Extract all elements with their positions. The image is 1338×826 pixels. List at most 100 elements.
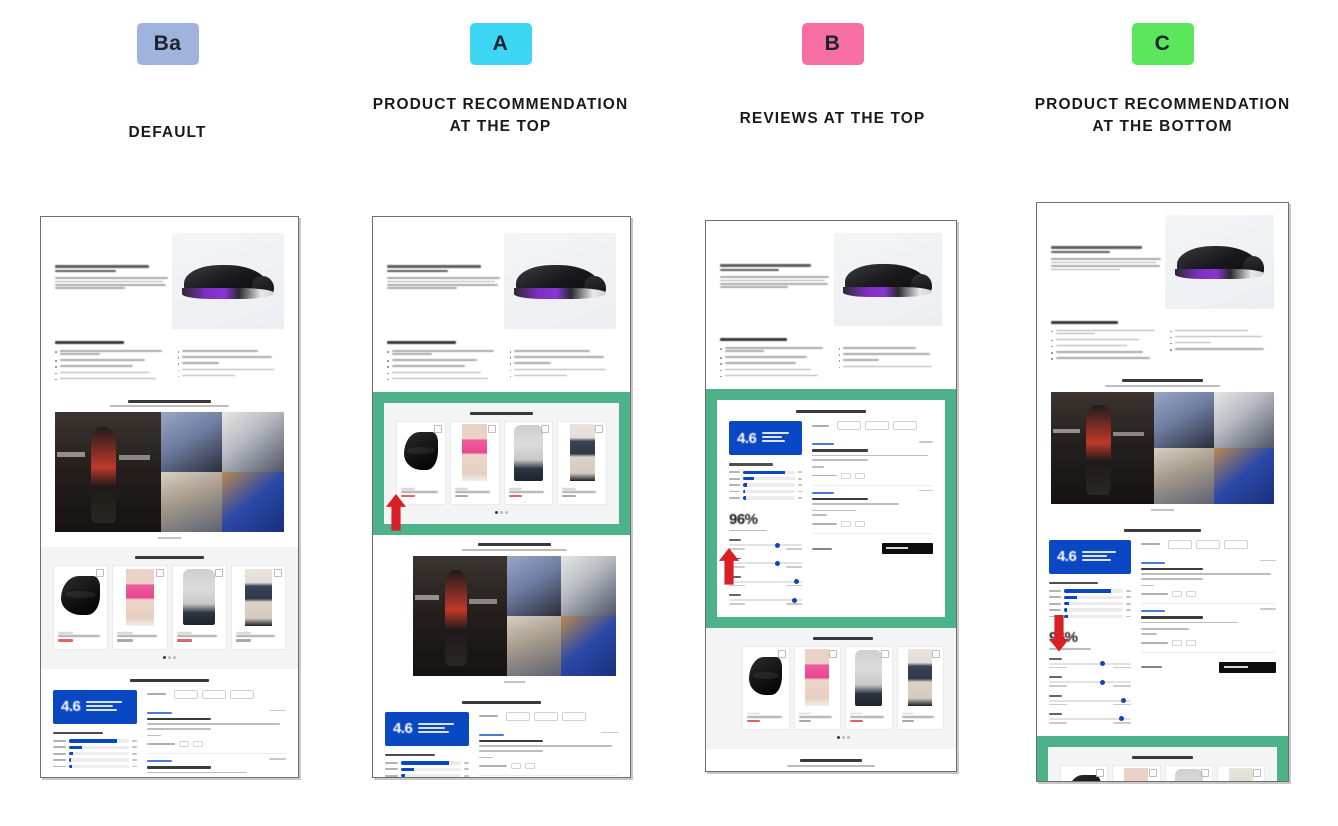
reviews-filters[interactable] bbox=[1140, 539, 1276, 549]
product-image-panel[interactable] bbox=[172, 233, 284, 330]
rating-bar[interactable] bbox=[385, 773, 469, 777]
product-image-panel[interactable] bbox=[504, 233, 616, 330]
rating-bar[interactable] bbox=[1049, 602, 1131, 606]
fit-slider[interactable] bbox=[1049, 658, 1131, 669]
filter-chip[interactable] bbox=[837, 421, 862, 431]
rating-bar[interactable] bbox=[729, 483, 803, 487]
mockup-frame-c[interactable]: 4.6 96% bbox=[1036, 202, 1289, 782]
ugc-tile[interactable] bbox=[222, 472, 284, 533]
ugc-tile[interactable] bbox=[1051, 391, 1155, 504]
product-card[interactable] bbox=[793, 645, 841, 731]
heart-icon[interactable] bbox=[1200, 768, 1209, 777]
product-card[interactable] bbox=[112, 565, 168, 650]
ugc-tile[interactable] bbox=[55, 412, 161, 533]
carousel-dots[interactable] bbox=[53, 655, 286, 659]
ugc-tile[interactable] bbox=[160, 412, 223, 473]
rating-bar[interactable] bbox=[385, 761, 469, 765]
rating-bar[interactable] bbox=[53, 764, 137, 769]
rating-bar[interactable] bbox=[729, 470, 803, 474]
variant-badge[interactable]: Ba bbox=[136, 23, 199, 65]
ugc-tile[interactable] bbox=[1154, 391, 1215, 448]
filter-chip[interactable] bbox=[534, 711, 559, 721]
heart-icon[interactable] bbox=[487, 424, 496, 433]
product-card[interactable] bbox=[230, 565, 286, 650]
mockup-frame-a[interactable]: 4.6 96% bbox=[372, 216, 631, 778]
filter-chip[interactable] bbox=[174, 689, 199, 699]
rating-bar[interactable] bbox=[53, 751, 137, 756]
rating-bar[interactable] bbox=[53, 758, 137, 762]
product-card[interactable] bbox=[557, 420, 607, 506]
rating-bar[interactable] bbox=[1049, 608, 1131, 612]
filter-chip[interactable] bbox=[562, 711, 587, 721]
reviews-filters[interactable] bbox=[478, 711, 618, 721]
ugc-tile[interactable] bbox=[160, 472, 223, 533]
filter-chip[interactable] bbox=[1167, 539, 1192, 549]
product-card[interactable] bbox=[396, 420, 446, 506]
heart-icon[interactable] bbox=[880, 649, 889, 658]
load-more-link[interactable] bbox=[812, 547, 832, 550]
heart-icon[interactable] bbox=[541, 424, 550, 433]
width-slider[interactable] bbox=[1049, 694, 1131, 706]
size-slider[interactable] bbox=[729, 557, 803, 569]
reviews-filters[interactable] bbox=[146, 689, 286, 699]
ugc-photo-grid[interactable] bbox=[413, 555, 616, 676]
write-a-review-button[interactable] bbox=[1219, 661, 1276, 673]
ugc-tile[interactable] bbox=[506, 555, 562, 616]
product-card[interactable] bbox=[896, 645, 944, 731]
heart-icon[interactable] bbox=[777, 649, 786, 658]
ugc-tile[interactable] bbox=[506, 615, 562, 676]
comfort-slider[interactable] bbox=[1049, 713, 1131, 724]
filter-chip[interactable] bbox=[893, 421, 918, 431]
ugc-tile[interactable] bbox=[561, 615, 616, 676]
rating-bar[interactable] bbox=[385, 767, 469, 771]
width-slider[interactable] bbox=[729, 576, 803, 587]
comfort-slider[interactable] bbox=[729, 594, 803, 605]
filter-chip[interactable] bbox=[202, 689, 227, 699]
ugc-tile[interactable] bbox=[1154, 447, 1215, 504]
product-image-panel[interactable] bbox=[1165, 215, 1274, 309]
product-card[interactable] bbox=[1216, 764, 1265, 781]
heart-icon[interactable] bbox=[96, 569, 105, 578]
heart-icon[interactable] bbox=[1148, 768, 1157, 777]
variant-badge[interactable]: C bbox=[1131, 23, 1194, 65]
heart-icon[interactable] bbox=[1253, 768, 1261, 777]
rating-bar[interactable] bbox=[1049, 595, 1131, 600]
product-card[interactable] bbox=[171, 565, 227, 650]
reviews-filters[interactable] bbox=[812, 421, 933, 431]
ugc-tile[interactable] bbox=[1214, 447, 1275, 504]
heart-icon[interactable] bbox=[155, 569, 164, 578]
ugc-tile[interactable] bbox=[413, 555, 507, 676]
product-card[interactable] bbox=[1060, 764, 1109, 781]
rating-bar[interactable] bbox=[729, 496, 803, 500]
heart-icon[interactable] bbox=[274, 569, 282, 578]
product-card[interactable] bbox=[53, 565, 109, 650]
product-card[interactable] bbox=[1112, 764, 1161, 781]
filter-chip[interactable] bbox=[506, 711, 531, 721]
filter-chip[interactable] bbox=[1195, 539, 1220, 549]
ugc-tile[interactable] bbox=[222, 412, 284, 473]
product-card[interactable] bbox=[449, 420, 500, 506]
size-slider[interactable] bbox=[1049, 676, 1131, 687]
load-more-link[interactable] bbox=[1140, 666, 1163, 669]
filter-chip[interactable] bbox=[1223, 539, 1248, 549]
variant-badge[interactable]: A bbox=[469, 23, 532, 65]
carousel-dots[interactable] bbox=[742, 736, 944, 740]
mockup-frame-baseline[interactable]: 4.6 96% bbox=[40, 216, 299, 778]
rating-bar[interactable] bbox=[729, 489, 803, 494]
heart-icon[interactable] bbox=[214, 569, 223, 578]
ugc-photo-grid[interactable] bbox=[55, 412, 284, 533]
rating-bar[interactable] bbox=[1049, 589, 1131, 593]
filter-chip[interactable] bbox=[865, 421, 890, 431]
ugc-tile[interactable] bbox=[561, 555, 616, 616]
rating-bar[interactable] bbox=[729, 476, 803, 481]
product-image-panel[interactable] bbox=[833, 233, 942, 327]
fit-slider[interactable] bbox=[729, 539, 803, 550]
product-card[interactable] bbox=[742, 645, 790, 731]
rating-bar[interactable] bbox=[53, 739, 137, 743]
heart-icon[interactable] bbox=[595, 424, 603, 433]
carousel-dots[interactable] bbox=[396, 511, 607, 515]
filter-chip[interactable] bbox=[230, 689, 255, 699]
heart-icon[interactable] bbox=[932, 649, 940, 658]
variant-badge[interactable]: B bbox=[801, 23, 864, 65]
product-card[interactable] bbox=[1164, 764, 1213, 781]
